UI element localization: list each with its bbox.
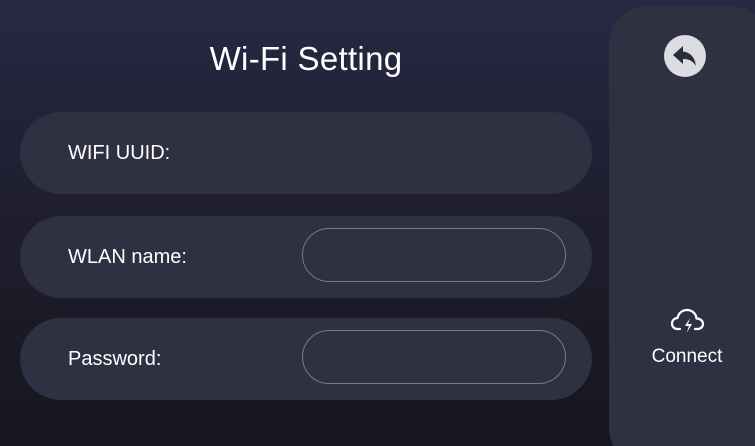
back-arrow-icon (673, 46, 696, 66)
password-row: Password: (20, 318, 592, 400)
wlan-name-input[interactable] (302, 228, 566, 282)
wlan-name-row: WLAN name: (20, 216, 592, 298)
connect-button[interactable]: Connect (624, 300, 750, 380)
cloud-connect-icon (670, 308, 705, 333)
wifi-uuid-label: WIFI UUID: (68, 142, 171, 164)
page-title: Wi-Fi Setting (209, 40, 403, 77)
wlan-name-label: WLAN name: (68, 246, 187, 268)
connect-label: Connect (651, 346, 723, 367)
wifi-setting-screen: Wi-Fi Setting WIFI UUID: WLAN name: Pass… (0, 0, 755, 446)
wifi-uuid-row: WIFI UUID: (20, 112, 592, 194)
back-button[interactable] (664, 35, 706, 77)
password-input[interactable] (302, 330, 566, 384)
password-label: Password: (68, 348, 162, 370)
